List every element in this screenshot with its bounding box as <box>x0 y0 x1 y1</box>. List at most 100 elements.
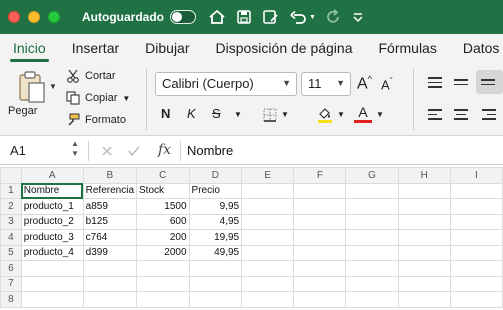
row-header[interactable]: 2 <box>0 198 22 215</box>
cell[interactable] <box>82 275 138 292</box>
row-header[interactable]: 6 <box>0 260 22 277</box>
column-header[interactable]: F <box>293 167 347 184</box>
paste-options-icon[interactable]: ▼ <box>49 82 57 91</box>
save-icon[interactable] <box>236 9 252 25</box>
cell[interactable] <box>397 244 451 261</box>
cell[interactable] <box>20 275 84 292</box>
select-all-corner[interactable] <box>0 167 22 184</box>
autosave-toggle[interactable] <box>170 10 196 24</box>
cell[interactable] <box>136 291 190 308</box>
cell[interactable]: producto_1 <box>20 198 84 215</box>
font-size-select[interactable]: 11 ▼ <box>301 72 351 96</box>
cell[interactable]: 4,95 <box>188 213 243 230</box>
cell[interactable] <box>345 244 399 261</box>
font-color-button[interactable]: A <box>354 104 372 123</box>
align-center-icon[interactable] <box>454 109 472 125</box>
cell[interactable] <box>136 275 190 292</box>
redo-icon[interactable] <box>326 9 342 25</box>
cell[interactable] <box>345 260 399 277</box>
cell[interactable] <box>188 260 243 277</box>
copy-options-icon[interactable]: ▼ <box>122 94 130 103</box>
cell[interactable] <box>397 291 451 308</box>
cell[interactable] <box>449 260 503 277</box>
cell[interactable] <box>345 229 399 246</box>
cell[interactable] <box>397 182 451 199</box>
column-header[interactable]: E <box>241 167 295 184</box>
formula-input[interactable]: Nombre <box>187 143 233 158</box>
column-header[interactable]: D <box>188 167 243 184</box>
cell[interactable] <box>82 291 138 308</box>
column-header[interactable]: G <box>345 167 399 184</box>
cell[interactable] <box>293 291 347 308</box>
cell[interactable] <box>188 291 243 308</box>
align-top-icon[interactable] <box>428 77 446 93</box>
cell[interactable] <box>449 291 503 308</box>
borders-icon[interactable] <box>262 107 278 123</box>
cell[interactable] <box>188 275 243 292</box>
cell[interactable]: 600 <box>136 213 190 230</box>
borders-options-icon[interactable]: ▼ <box>281 110 289 119</box>
column-header[interactable]: C <box>136 167 190 184</box>
row-header[interactable]: 5 <box>0 244 22 261</box>
grow-font-button[interactable]: A^ <box>357 74 372 93</box>
cell[interactable] <box>293 260 347 277</box>
tab-inicio[interactable]: Inicio <box>0 40 59 62</box>
italic-button[interactable]: K <box>187 106 196 121</box>
cell[interactable] <box>449 229 503 246</box>
cell[interactable] <box>449 275 503 292</box>
insert-function-button[interactable]: fx <box>158 142 171 158</box>
row-header[interactable]: 4 <box>0 229 22 246</box>
cell[interactable] <box>136 260 190 277</box>
font-color-options-icon[interactable]: ▼ <box>376 110 384 119</box>
cell[interactable] <box>449 213 503 230</box>
align-left-icon[interactable] <box>428 109 446 125</box>
tab-dibujar[interactable]: Dibujar <box>132 40 202 62</box>
strike-options-icon[interactable]: ▼ <box>234 110 242 119</box>
cell[interactable] <box>241 213 295 230</box>
fill-color-options-icon[interactable]: ▼ <box>337 110 345 119</box>
cell[interactable] <box>20 260 84 277</box>
cell[interactable]: 19,95 <box>188 229 243 246</box>
cell[interactable]: Precio <box>188 182 243 199</box>
column-header[interactable]: B <box>82 167 138 184</box>
cell[interactable]: Stock <box>136 182 190 199</box>
cell[interactable] <box>241 291 295 308</box>
cell[interactable]: a859 <box>82 198 138 215</box>
cell[interactable]: 9,95 <box>188 198 243 215</box>
row-header[interactable]: 1 <box>0 182 22 199</box>
minimize-window-button[interactable] <box>28 11 40 23</box>
align-middle-icon[interactable] <box>454 77 472 93</box>
tab-disposicion-de-pagina[interactable]: Disposición de página <box>203 40 366 62</box>
cell[interactable] <box>449 198 503 215</box>
cell[interactable] <box>293 244 347 261</box>
cell[interactable] <box>241 229 295 246</box>
cell[interactable] <box>241 244 295 261</box>
cell[interactable] <box>397 198 451 215</box>
tab-datos[interactable]: Datos <box>450 40 503 62</box>
cancel-icon[interactable] <box>101 145 113 157</box>
cell[interactable]: Referencia <box>82 182 138 199</box>
cell[interactable] <box>241 260 295 277</box>
column-header[interactable]: A <box>20 167 84 184</box>
cell[interactable] <box>397 275 451 292</box>
cell[interactable] <box>345 213 399 230</box>
zoom-window-button[interactable] <box>48 11 60 23</box>
cell[interactable] <box>241 275 295 292</box>
home-icon[interactable] <box>208 9 226 25</box>
font-name-select[interactable]: Calibri (Cuerpo) ▼ <box>155 72 297 96</box>
cell[interactable]: 2000 <box>136 244 190 261</box>
cell[interactable] <box>345 291 399 308</box>
undo-dropdown-icon[interactable]: ▼ <box>309 14 316 21</box>
bold-button[interactable]: N <box>161 106 170 121</box>
cell[interactable] <box>293 198 347 215</box>
cell[interactable] <box>345 182 399 199</box>
cell[interactable] <box>82 260 138 277</box>
customize-toolbar-icon[interactable] <box>352 9 364 25</box>
cell[interactable]: c764 <box>82 229 138 246</box>
close-window-button[interactable] <box>8 11 20 23</box>
cell[interactable]: producto_3 <box>20 229 84 246</box>
save-as-icon[interactable] <box>262 9 279 25</box>
cell[interactable]: 1500 <box>136 198 190 215</box>
column-header[interactable]: I <box>449 167 503 184</box>
cell[interactable]: 49,95 <box>188 244 243 261</box>
